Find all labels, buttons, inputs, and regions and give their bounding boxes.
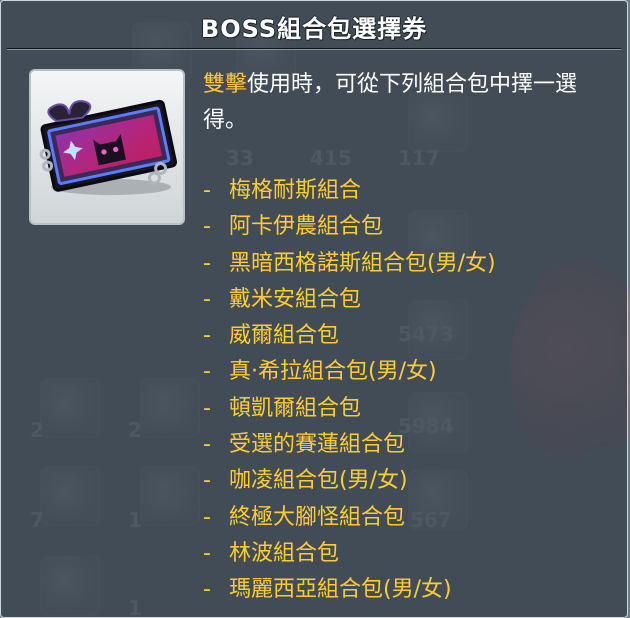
list-bullet: - [203, 395, 211, 421]
package-name: 林波組合包 [229, 540, 340, 566]
coupon-icon [39, 99, 178, 195]
package-name: 威爾組合包 [229, 323, 340, 349]
list-bullet: - [203, 577, 211, 603]
list-bullet: - [203, 468, 211, 494]
package-name: 黑暗西格諾斯組合包(男/女) [229, 250, 496, 276]
list-bullet: - [203, 504, 211, 530]
package-name: 咖凌組合包(男/女) [229, 468, 408, 494]
list-bullet: - [203, 359, 211, 385]
package-name: 戴米安組合包 [229, 286, 362, 312]
package-name: 阿卡伊農組合包 [229, 214, 384, 240]
list-bullet: - [203, 323, 211, 349]
package-list: - 梅格耐斯組合 - 阿卡伊農組合包 - 黑暗西格諾斯組合包(男/女) - 戴米安組合包 - 威爾… [203, 173, 496, 609]
item-tooltip: BOSS組合包選擇券 雙擊使用時，可從下列組合包中擇一選得。 - 梅格耐斯組合 … [0, 0, 628, 618]
description-text: 使用時，可從下列組合包中擇一選得。 [203, 72, 578, 133]
package-name: 真·希拉組合包(男/女) [229, 359, 437, 385]
package-list-item: - 林波組合包 [203, 536, 496, 572]
package-list-item: - 頓凱爾組合包 [203, 391, 496, 427]
package-list-item: - 瑪麗西亞組合包(男/女) [203, 572, 496, 608]
package-list-item: - 戴米安組合包 [203, 282, 496, 318]
list-bullet: - [203, 178, 211, 203]
item-description: 雙擊使用時，可從下列組合包中擇一選得。 [203, 67, 603, 139]
package-list-item: - 咖凌組合包(男/女) [203, 463, 496, 499]
list-bullet: - [203, 540, 211, 566]
item-icon-frame [29, 69, 185, 225]
package-list-item: - 黑暗西格諾斯組合包(男/女) [203, 246, 496, 282]
package-name: 頓凱爾組合包 [229, 395, 362, 421]
description-highlight: 雙擊 [203, 72, 248, 97]
package-name: 受選的賽蓮組合包 [229, 432, 406, 458]
tooltip-title: BOSS組合包選擇券 [200, 15, 428, 43]
package-name: 終極大腳怪組合包 [229, 504, 406, 530]
list-bullet: - [203, 286, 211, 312]
package-list-item: - 受選的賽蓮組合包 [203, 427, 496, 463]
title-divider [7, 48, 621, 50]
package-list-item: - 威爾組合包 [203, 318, 496, 354]
list-bullet: - [203, 214, 211, 240]
package-list-item: - 終極大腳怪組合包 [203, 500, 496, 536]
package-list-item: - 真·希拉組合包(男/女) [203, 354, 496, 390]
list-bullet: - [203, 432, 211, 458]
package-list-item: - 梅格耐斯組合 [203, 173, 496, 209]
list-bullet: - [203, 250, 211, 276]
package-name: 梅格耐斯組合 [229, 178, 362, 203]
package-name: 瑪麗西亞組合包(男/女) [229, 577, 452, 603]
package-list-item: - 阿卡伊農組合包 [203, 209, 496, 245]
